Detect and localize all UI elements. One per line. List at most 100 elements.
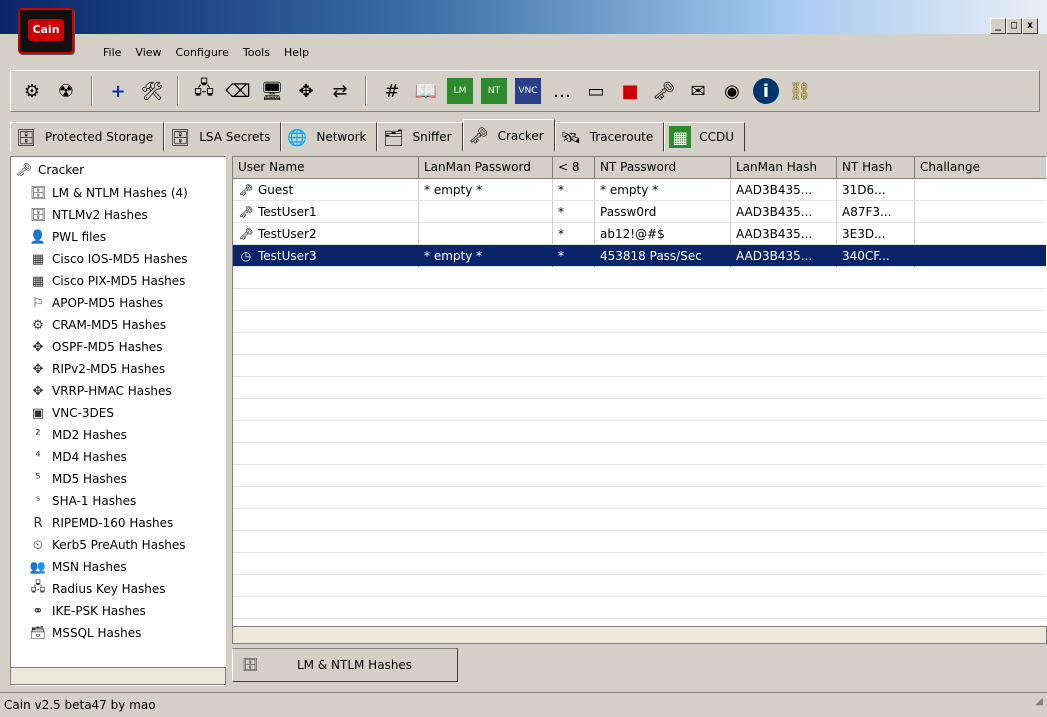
nt-password-cell: 453818 Pass/Sec [595,245,731,267]
lt8-cell: * [553,245,595,267]
tree-item-kerb5[interactable]: ⏲ Kerb5 PreAuth Hashes [29,535,186,555]
tab-protected-storage[interactable]: 🗄 Protected Storage [10,122,165,152]
tab-cracker[interactable]: 🗝 Cracker [462,119,555,152]
lm-password-cell: * empty * [419,179,553,201]
sniffer-icon: 🗂 [383,127,404,147]
tree-item-lm-ntlm[interactable]: 🗄 LM & NTLM Hashes (4) [29,183,188,203]
nt-hash-cell: 31D6... [837,179,915,201]
table-row[interactable]: 🗝 TestUser2 * ab12!@#$ AAD3B435... 3E3D..… [233,223,1046,245]
tree-item-apop[interactable]: ⚐ APOP-MD5 Hashes [29,293,163,313]
menu-view[interactable]: View [128,44,168,62]
tree-item-label: Cisco PIX-MD5 Hashes [52,274,186,288]
tree-item-label: CRAM-MD5 Hashes [52,318,167,332]
tree-item-label: MD4 Hashes [52,450,127,464]
tree-item-md2[interactable]: ² MD2 Hashes [29,425,127,445]
add-icon[interactable]: + [105,78,131,104]
close-button[interactable]: x [1022,18,1038,34]
title-bar: Cain _ □ x File View Configure Tools Hel… [0,0,1047,62]
bottom-tab-lm-ntlm[interactable]: 🗄 LM & NTLM Hashes [232,648,458,682]
col-lanman-password[interactable]: LanMan Password [419,157,553,179]
tool-icon[interactable]: 🛠 [139,78,165,104]
tree-item-ripv2[interactable]: ✥ RIPv2-MD5 Hashes [29,359,166,379]
tree-item-mssql[interactable]: 🗃 MSSQL Hashes [29,623,142,643]
col-lt8[interactable]: < 8 [553,157,595,179]
tree-item-cisco-ios[interactable]: ▦ Cisco IOS-MD5 Hashes [29,249,188,269]
tab-label: Sniffer [412,130,452,144]
tree-item-vnc[interactable]: ▣ VNC-3DES [29,403,114,423]
tree-item-msn[interactable]: 👥 MSN Hashes [29,557,127,577]
empty-row [233,487,1046,509]
certificate-icon[interactable]: ✉ [685,78,711,104]
app-logo-text: Cain [28,19,64,41]
options-icon[interactable]: ⚙ [19,78,45,104]
tab-ccdu[interactable]: ▦ CCDU [664,122,746,152]
audio-icon[interactable]: ◉ [719,78,745,104]
help-icon[interactable]: ⛓ [787,78,813,104]
hash-icon[interactable]: # [379,78,405,104]
menu-configure[interactable]: Configure [169,44,236,62]
user-cell: 🗝 TestUser1 [233,201,419,223]
tab-lsa-secrets[interactable]: 🗄 LSA Secrets [164,122,282,152]
resize-grip-icon[interactable]: ◢ [1035,690,1043,714]
tree-item-ntlmv2[interactable]: 🗄 NTLMv2 Hashes [29,205,148,225]
tree-item-md5[interactable]: ⁵ MD5 Hashes [29,469,127,489]
tree-item-cram[interactable]: ⚙ CRAM-MD5 Hashes [29,315,166,335]
tree-item-md4[interactable]: ⁴ MD4 Hashes [29,447,127,467]
tree-item-pwl[interactable]: 👤 PWL files [29,227,106,247]
tab-sniffer[interactable]: 🗂 Sniffer [377,122,463,152]
col-nt-password[interactable]: NT Password [595,157,731,179]
lm-hash-cell: AAD3B435... [731,201,837,223]
minimize-button[interactable]: _ [990,18,1006,34]
tab-network[interactable]: 🌐 Network [281,122,378,152]
tree-icon: ✥ [32,361,44,377]
col-lanman-hash[interactable]: LanMan Hash [731,157,837,179]
nt-icon[interactable]: NT [481,78,507,104]
tree-item-sha1[interactable]: ˢ SHA-1 Hashes [29,491,137,511]
hash-table-icon: 🗄 [241,657,259,673]
col-nt-hash[interactable]: NT Hash [837,157,915,179]
radiation-icon[interactable]: ☢ [53,78,79,104]
monitor-icon[interactable]: 🖥 [259,78,285,104]
table-row[interactable]: 🗝 Guest * empty * * * empty * AAD3B435...… [233,179,1046,201]
empty-row [233,553,1046,575]
table-horizontal-scrollbar[interactable] [232,626,1047,644]
move-icon[interactable]: ✥ [293,78,319,104]
maximize-button[interactable]: □ [1006,18,1022,34]
lm-icon[interactable]: LM [447,78,473,104]
network-icon[interactable]: 🖧 [191,78,217,104]
lsa-icon: 🗄 [170,127,191,147]
tree-item-cisco-pix[interactable]: ▦ Cisco PIX-MD5 Hashes [29,271,186,291]
menu-tools[interactable]: Tools [236,44,277,62]
database-icon[interactable]: ▭ [583,78,609,104]
tree-horizontal-scrollbar[interactable] [10,667,226,685]
tree-item-ospf[interactable]: ✥ OSPF-MD5 Hashes [29,337,163,357]
tree-root-cracker[interactable]: 🗝 Cracker [15,161,84,179]
tree-item-label: VRRP-HMAC Hashes [52,384,172,398]
dictionary-icon[interactable]: 📖 [413,78,439,104]
tree-icon: ⚐ [32,295,44,311]
tab-traceroute[interactable]: 🛰 Traceroute [554,122,665,152]
user-cell: 🗝 TestUser2 [233,223,419,245]
table-row[interactable]: 🗝 TestUser1 * Passw0rd AAD3B435... A87F3.… [233,201,1046,223]
decoder-icon[interactable]: 🗝 [651,78,677,104]
col-user-name[interactable]: User Name [233,157,419,179]
table-row-selected[interactable]: ◷ TestUser3 * empty * * 453818 Pass/Sec A… [233,245,1046,267]
tree-item-ripemd[interactable]: R RIPEMD-160 Hashes [29,513,173,533]
password-icon[interactable]: … [549,78,575,104]
vnc-icon[interactable]: VNC [515,78,541,104]
empty-row [233,311,1046,333]
tree-item-radius[interactable]: 🖧 Radius Key Hashes [29,579,166,599]
menu-file[interactable]: File [96,44,128,62]
empty-row [233,377,1046,399]
clear-icon[interactable]: ⌫ [225,78,251,104]
menu-help[interactable]: Help [277,44,316,62]
transfer-icon[interactable]: ⇄ [327,78,353,104]
tree-item-ike[interactable]: ⚭ IKE-PSK Hashes [29,601,146,621]
tree-icon: ⏲ [32,537,44,553]
col-challenge[interactable]: Challange [915,157,1046,179]
tree-item-vrrp[interactable]: ✥ VRRP-HMAC Hashes [29,381,172,401]
stop-icon[interactable]: ■ [617,78,643,104]
bottom-tab-label: LM & NTLM Hashes [297,658,413,672]
info-icon[interactable]: i [753,78,779,104]
empty-row [233,509,1046,531]
